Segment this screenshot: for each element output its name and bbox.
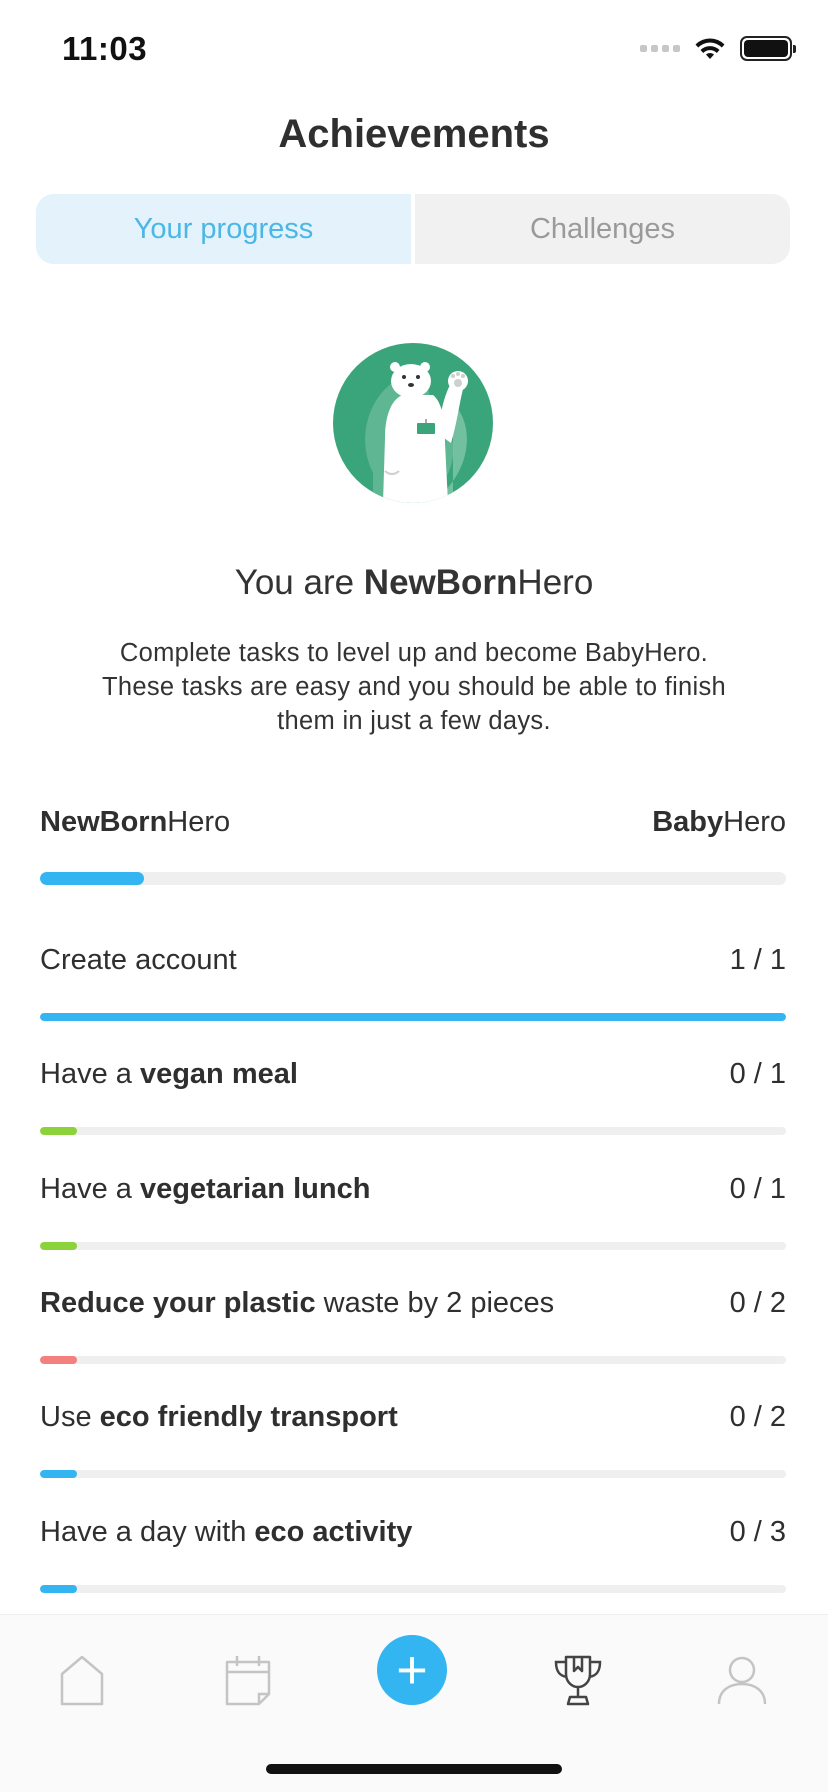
task-item[interactable]: Reduce your plastic waste by 2 pieces 0 /…	[40, 1283, 786, 1364]
hero-status: You are NewBornHero	[0, 563, 828, 603]
task-progress-fill	[40, 1013, 786, 1021]
task-progress-bar	[40, 1127, 786, 1135]
task-progress-bar	[40, 1356, 786, 1364]
task-progress-bar	[40, 1013, 786, 1021]
hero-description: Complete tasks to level up and become Ba…	[60, 636, 768, 738]
task-item[interactable]: Have a vegan meal 0 / 1	[40, 1054, 786, 1135]
add-icon: +	[396, 1640, 428, 1700]
task-count: 0 / 1	[729, 1172, 786, 1205]
task-count: 0 / 3	[729, 1515, 786, 1548]
level-progress-bar	[40, 872, 786, 885]
page-title: Achievements	[278, 112, 550, 156]
tab-challenges[interactable]: Challenges	[411, 194, 790, 264]
tab-your-progress[interactable]: Your progress	[36, 194, 411, 264]
polar-bear-icon	[365, 362, 468, 503]
task-header: Have a vegetarian lunch 0 / 1	[40, 1169, 786, 1209]
level-progress-fill	[40, 872, 145, 885]
hero-description-line: them in just a few days.	[277, 707, 551, 735]
task-count: 0 / 1	[729, 1057, 786, 1090]
task-count: 0 / 2	[729, 1286, 786, 1319]
current-level-label: NewBornHero	[40, 806, 231, 838]
tab-achievements[interactable]	[538, 1645, 618, 1715]
wifi-icon	[695, 37, 725, 59]
task-progress-fill	[40, 1127, 78, 1135]
add-button[interactable]: +	[377, 1635, 447, 1705]
task-label: Use eco friendly transport	[40, 1400, 398, 1433]
trophy-icon	[554, 1655, 602, 1706]
battery-icon	[740, 36, 796, 61]
level-progress-labels: NewBornHero BabyHero	[40, 806, 786, 839]
task-progress-bar	[40, 1242, 786, 1250]
task-progress-fill	[40, 1356, 78, 1364]
tab-calendar[interactable]	[208, 1645, 288, 1715]
hero-level-suffix: Hero	[517, 563, 594, 602]
task-header: Have a day with eco activity 0 / 3	[40, 1512, 786, 1552]
task-progress-bar	[40, 1470, 786, 1478]
task-header: Use eco friendly transport 0 / 2	[40, 1397, 786, 1437]
home-indicator	[266, 1764, 562, 1774]
home-icon	[60, 1655, 104, 1706]
task-header: Create account 1 / 1	[40, 940, 786, 980]
task-header: Reduce your plastic waste by 2 pieces 0 /…	[40, 1283, 786, 1323]
task-progress-fill	[40, 1585, 78, 1593]
status-bar: 11:03	[0, 0, 828, 100]
hero-description-line: Complete tasks to level up and become Ba…	[119, 639, 709, 667]
task-item[interactable]: Create account 1 / 1	[40, 940, 786, 1021]
task-progress-fill	[40, 1242, 78, 1250]
tab-profile[interactable]	[702, 1645, 782, 1715]
task-item[interactable]: Use eco friendly transport 0 / 2	[40, 1397, 786, 1478]
segmented-control: Your progress Challenges	[36, 194, 790, 264]
tab-home[interactable]	[42, 1645, 122, 1715]
hero-prefix: You are	[234, 563, 364, 602]
task-progress-fill	[40, 1470, 78, 1478]
task-label: Create account	[40, 943, 237, 976]
task-label: Reduce your plastic waste by 2 pieces	[40, 1286, 555, 1319]
task-count: 1 / 1	[729, 943, 786, 976]
task-header: Have a vegan meal 0 / 1	[40, 1054, 786, 1094]
hero-description-line: These tasks are easy and you should be a…	[101, 673, 727, 701]
calendar-icon	[225, 1656, 271, 1706]
task-label: Have a vegan meal	[40, 1057, 298, 1090]
polar-bear-avatar	[333, 343, 493, 503]
next-level-label: BabyHero	[652, 806, 786, 838]
profile-icon	[717, 1656, 767, 1705]
cellular-signal-icon	[640, 45, 680, 52]
task-count: 0 / 2	[729, 1400, 786, 1433]
status-time: 11:03	[62, 30, 148, 67]
task-label: Have a day with eco activity	[40, 1515, 413, 1548]
task-item[interactable]: Have a vegetarian lunch 0 / 1	[40, 1169, 786, 1250]
task-progress-bar	[40, 1585, 786, 1593]
hero-level-bold: NewBorn	[363, 563, 518, 602]
task-label: Have a vegetarian lunch	[40, 1172, 371, 1205]
status-icons	[640, 36, 796, 61]
task-item[interactable]: Have a day with eco activity 0 / 3	[40, 1512, 786, 1593]
